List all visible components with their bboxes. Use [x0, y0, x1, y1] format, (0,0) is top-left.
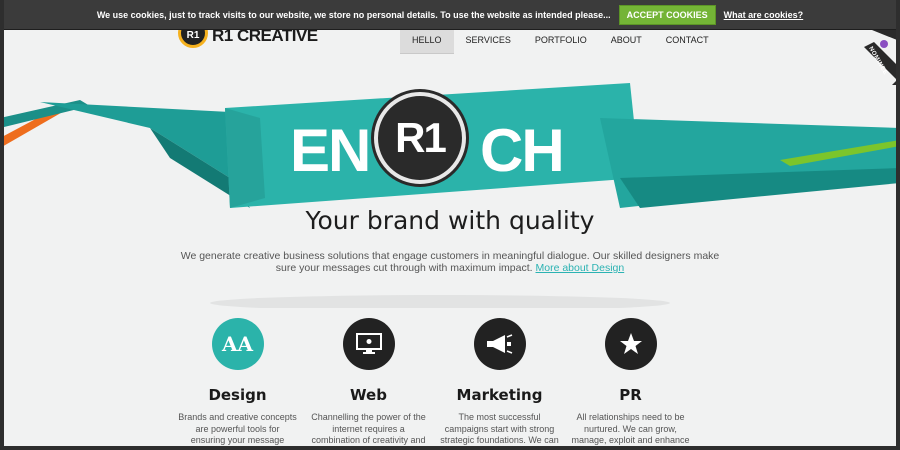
cookie-bar: We use cookies, just to track visits to … [0, 0, 900, 30]
typography-icon[interactable]: AA [211, 318, 264, 370]
monitor-icon-glyph [355, 333, 382, 354]
nav-label: CONTACT [665, 35, 709, 45]
service-title: Marketing [456, 386, 543, 404]
nav-label: PORTFOLIO [534, 35, 587, 45]
nav-item-services[interactable]: SERVICES [454, 30, 523, 54]
hero-word-right: CH [480, 117, 565, 184]
service-description: Brands and creative concepts are powerfu… [178, 412, 297, 450]
services-row: AA Design Brands and creative concepts a… [172, 318, 720, 450]
nav-label: SERVICES [465, 35, 511, 45]
logo-mark-text: R1 [186, 30, 200, 41]
window-frame-right [896, 0, 900, 450]
hero-word-left: EN [290, 117, 371, 184]
cookie-message: We use cookies, just to track visits to … [96, 9, 611, 20]
accept-cookies-button[interactable]: ACCEPT COOKIES [618, 4, 716, 25]
hero-section: EN R1 CH Your brand with quality We gene… [0, 58, 900, 308]
service-title: PR [619, 386, 642, 404]
nav-item-portfolio[interactable]: PORTFOLIO [523, 30, 599, 54]
star-icon-glyph [619, 333, 642, 354]
megaphone-icon[interactable] [473, 318, 526, 370]
nav-item-hello[interactable]: HELLO [400, 30, 454, 54]
logo[interactable]: R1 R1 CREATIVE [178, 18, 318, 50]
hero-intro-text: We generate creative business solutions … [180, 250, 720, 274]
what-are-cookies-link[interactable]: What are cookies? [724, 10, 804, 20]
nav-item-contact[interactable]: CONTACT [654, 30, 721, 54]
service-design: AA Design Brands and creative concepts a… [172, 318, 303, 450]
service-description: Channelling the power of the internet re… [310, 412, 428, 450]
star-icon[interactable] [604, 318, 657, 370]
r1-badge-icon: R1 [374, 92, 466, 184]
hero-tagline: Your brand with quality [305, 206, 595, 235]
hero-intro: We generate creative business solutions … [180, 250, 720, 274]
service-title: Design [208, 386, 267, 404]
main-nav: HELLO SERVICES PORTFOLIO ABOUT CONTACT [400, 30, 721, 54]
monitor-icon[interactable] [342, 318, 395, 370]
window-frame-left [0, 0, 4, 450]
typography-icon-glyph: AA [221, 332, 254, 356]
nav-label: ABOUT [610, 35, 642, 45]
service-marketing: Marketing The most successful campaigns … [434, 318, 565, 450]
nav-item-about[interactable]: ABOUT [599, 30, 654, 54]
nav-label: HELLO [412, 35, 442, 45]
megaphone-icon-glyph [486, 334, 512, 354]
window-frame-bottom [0, 446, 900, 450]
service-description: All relationships need to be nurtured. W… [571, 412, 690, 450]
more-about-design-link[interactable]: More about Design [535, 262, 624, 274]
nominee-badge[interactable]: NOMINEE [862, 30, 900, 85]
nominee-ribbon-icon [864, 30, 900, 85]
service-pr: PR All relationships need to be nurtured… [565, 318, 696, 450]
service-title: Web [350, 386, 387, 404]
r1-badge-text: R1 [395, 114, 447, 161]
site-header: R1 R1 CREATIVE HELLO SERVICES PORTFOLIO … [0, 18, 900, 58]
service-web: Web Channelling the power of the interne… [303, 318, 434, 450]
service-description: The most successful campaigns start with… [440, 412, 559, 450]
